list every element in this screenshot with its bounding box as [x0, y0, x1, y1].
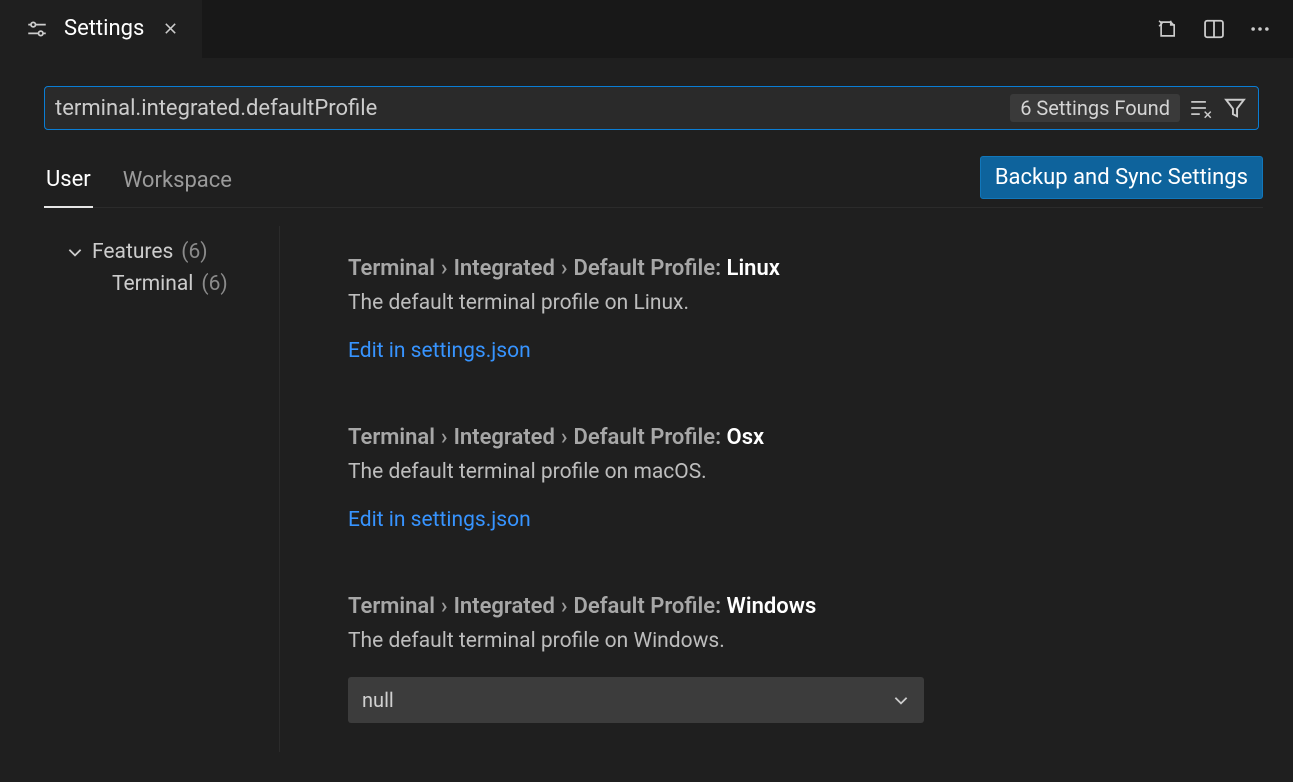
settings-editor: 6 Settings Found User Workspace Backup a…	[0, 58, 1293, 782]
settings-icon	[22, 14, 52, 44]
scope-tab-row: User Workspace Backup and Sync Settings	[44, 156, 1263, 208]
setting-default-profile-linux: Terminal›Integrated›Default Profile: Lin…	[348, 256, 1228, 363]
close-icon	[163, 21, 178, 36]
chevron-down-icon	[892, 691, 910, 709]
toc-features-count: (6)	[181, 240, 207, 264]
ellipsis-icon	[1249, 18, 1271, 40]
toc-terminal[interactable]: Terminal (6)	[66, 268, 279, 300]
settings-search-input[interactable]	[55, 96, 1002, 121]
split-editor-icon	[1203, 18, 1225, 40]
setting-description: The default terminal profile on macOS.	[348, 460, 1228, 484]
edit-in-settings-json-link[interactable]: Edit in settings.json	[348, 508, 531, 532]
settings-found-badge: 6 Settings Found	[1010, 94, 1180, 122]
open-changes-icon	[1157, 18, 1179, 40]
setting-title: Terminal›Integrated›Default Profile: Lin…	[348, 256, 1228, 281]
setting-default-profile-osx: Terminal›Integrated›Default Profile: Osx…	[348, 425, 1228, 532]
toc-features-label: Features	[92, 240, 173, 264]
settings-list[interactable]: Terminal›Integrated›Default Profile: Lin…	[280, 226, 1263, 752]
setting-title: Terminal›Integrated›Default Profile: Win…	[348, 594, 1228, 619]
settings-body: Features (6) Terminal (6) Terminal›Integ…	[44, 226, 1263, 752]
scope-tab-workspace[interactable]: Workspace	[121, 162, 234, 207]
split-editor-button[interactable]	[1199, 14, 1229, 44]
setting-description: The default terminal profile on Windows.	[348, 629, 1228, 653]
open-changes-button[interactable]	[1153, 14, 1183, 44]
title-actions	[1153, 14, 1289, 44]
chevron-down-icon	[66, 243, 84, 261]
setting-title: Terminal›Integrated›Default Profile: Osx	[348, 425, 1228, 450]
toc-features[interactable]: Features (6)	[66, 236, 279, 268]
select-value: null	[362, 688, 394, 712]
tab-bar: Settings	[0, 0, 1293, 58]
edit-in-settings-json-link[interactable]: Edit in settings.json	[348, 339, 531, 363]
filter-icon	[1224, 97, 1246, 119]
setting-description: The default terminal profile on Linux.	[348, 291, 1228, 315]
setting-default-profile-windows: Terminal›Integrated›Default Profile: Win…	[348, 594, 1228, 723]
toc-terminal-label: Terminal	[112, 272, 193, 296]
toc-terminal-count: (6)	[201, 272, 227, 296]
editor-tab-settings[interactable]: Settings	[0, 0, 202, 58]
filter-button[interactable]	[1222, 95, 1248, 121]
tab-title: Settings	[64, 16, 144, 41]
clear-search-button[interactable]	[1188, 95, 1214, 121]
backup-sync-button[interactable]: Backup and Sync Settings	[980, 156, 1263, 199]
scope-tab-user[interactable]: User	[44, 161, 93, 208]
settings-toc: Features (6) Terminal (6)	[44, 226, 280, 752]
close-tab-button[interactable]	[156, 15, 184, 43]
clear-filters-icon	[1190, 97, 1212, 119]
default-profile-windows-select[interactable]: null	[348, 677, 924, 723]
more-actions-button[interactable]	[1245, 14, 1275, 44]
settings-search-container: 6 Settings Found	[44, 86, 1259, 130]
